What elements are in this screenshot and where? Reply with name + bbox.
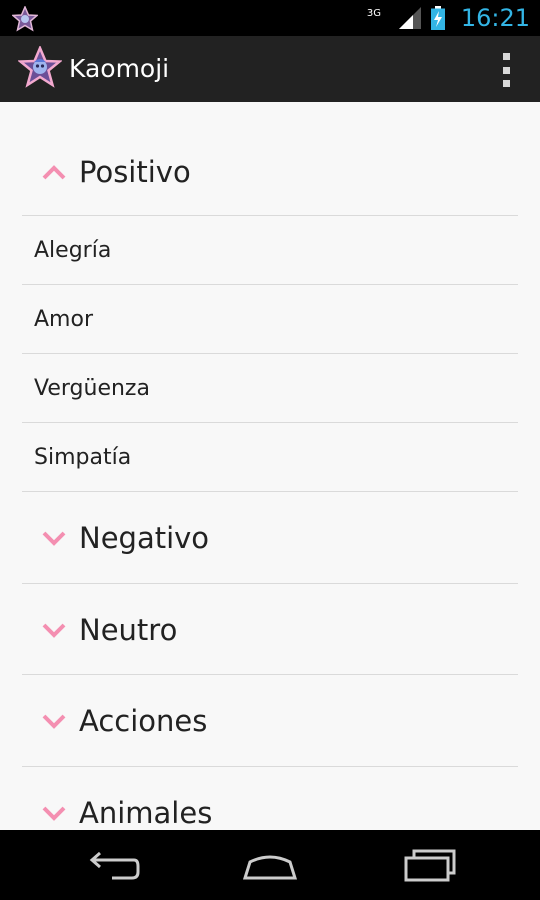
group-header-positivo[interactable]: Positivo: [22, 126, 518, 218]
chevron-down-icon: [42, 714, 66, 729]
app-title: Kaomoji: [69, 54, 170, 83]
list-item-label: Alegría: [34, 237, 112, 263]
list-item-label: Amor: [34, 306, 93, 332]
category-list[interactable]: Positivo Alegría Amor Vergüenza Simpatía…: [0, 102, 540, 830]
home-icon[interactable]: [230, 840, 310, 890]
list-item-alegria[interactable]: Alegría: [22, 216, 518, 284]
group-header-acciones[interactable]: Acciones: [22, 675, 518, 767]
status-clock: 16:21: [460, 4, 530, 32]
status-icons: 3G 16:21: [367, 0, 530, 36]
app-notification-icon: [12, 6, 38, 32]
group-header-animales[interactable]: Animales: [22, 767, 518, 830]
recent-apps-icon[interactable]: [388, 840, 468, 890]
chevron-up-icon: [42, 165, 66, 180]
group-label: Acciones: [79, 704, 208, 738]
group-label: Animales: [79, 796, 213, 830]
app-logo-icon[interactable]: [18, 46, 62, 90]
chevron-down-icon: [42, 623, 66, 638]
group-label: Positivo: [79, 155, 191, 189]
action-bar: Kaomoji: [0, 36, 540, 102]
status-bar: 3G 16:21: [0, 0, 540, 36]
group-label: Neutro: [79, 613, 178, 647]
chevron-down-icon: [42, 806, 66, 821]
list-item-label: Simpatía: [34, 444, 132, 470]
signal-icon: 3G: [367, 5, 423, 31]
overflow-menu-icon[interactable]: [500, 53, 512, 87]
screen: 3G 16:21 Kaomoji Positivo Alegría Amor V…: [0, 0, 540, 900]
back-icon[interactable]: [72, 840, 152, 890]
navigation-bar: [0, 830, 540, 900]
battery-charging-icon: [430, 6, 445, 30]
group-label: Negativo: [79, 521, 210, 555]
group-header-negativo[interactable]: Negativo: [22, 492, 518, 584]
list-item-simpatia[interactable]: Simpatía: [22, 423, 518, 491]
chevron-down-icon: [42, 531, 66, 546]
network-type-label: 3G: [366, 8, 381, 19]
list-item-verguenza[interactable]: Vergüenza: [22, 354, 518, 422]
list-item-label: Vergüenza: [34, 375, 150, 401]
list-item-amor[interactable]: Amor: [22, 285, 518, 353]
group-header-neutro[interactable]: Neutro: [22, 584, 518, 676]
